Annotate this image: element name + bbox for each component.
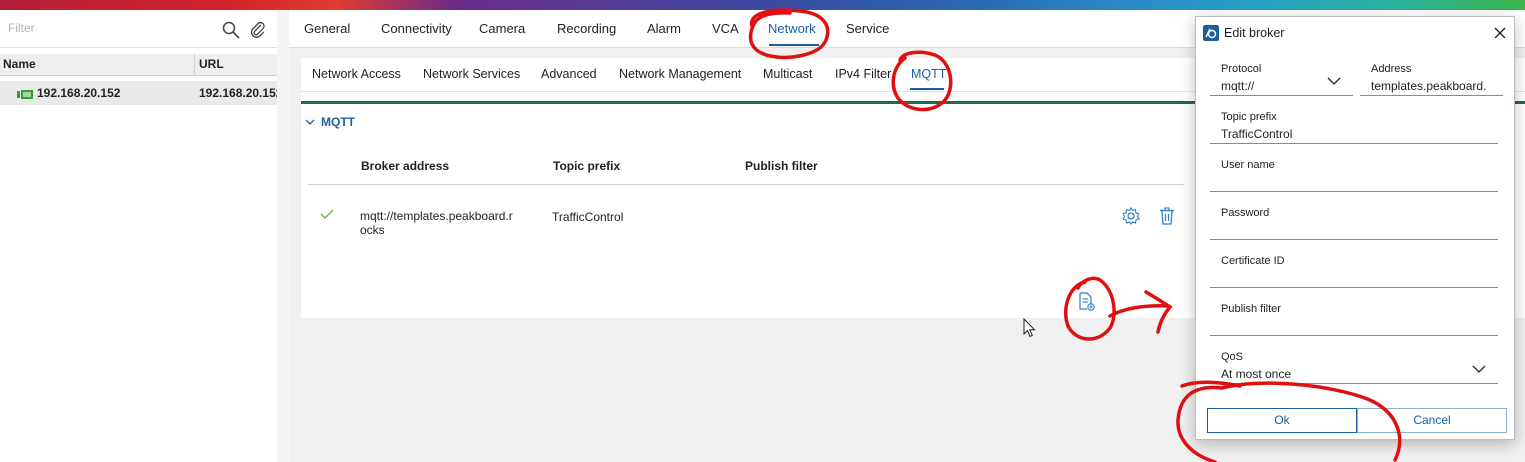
chevron-down-icon[interactable] bbox=[1327, 75, 1341, 85]
device-row[interactable]: 192.168.20.152 192.168.20.152 bbox=[0, 81, 277, 105]
app-logo-icon bbox=[1203, 25, 1219, 41]
cancel-button[interactable]: Cancel bbox=[1357, 408, 1507, 433]
publish-filter-underline bbox=[1210, 335, 1498, 336]
edit-broker-dialog: Edit broker Protocol mqtt:// Address tem… bbox=[1195, 16, 1515, 440]
active-tab-indicator bbox=[769, 44, 819, 46]
tab-service[interactable]: Service bbox=[846, 21, 889, 36]
trash-icon[interactable] bbox=[1157, 206, 1177, 226]
certificate-id-label: Certificate ID bbox=[1221, 255, 1285, 267]
dialog-titlebar: Edit broker bbox=[1196, 17, 1514, 49]
user-name-label: User name bbox=[1221, 159, 1275, 171]
certificate-id-underline bbox=[1210, 287, 1498, 288]
mouse-pointer-icon bbox=[1023, 317, 1037, 338]
publish-filter-label: Publish filter bbox=[1221, 303, 1281, 315]
address-input[interactable]: templates.peakboard. bbox=[1371, 79, 1501, 93]
address-label: Address bbox=[1371, 63, 1412, 75]
topic-prefix-input[interactable]: TrafficControl bbox=[1221, 127, 1491, 141]
dialog-title: Edit broker bbox=[1224, 26, 1285, 40]
panel-splitter[interactable] bbox=[277, 10, 289, 462]
qos-underline bbox=[1210, 383, 1498, 384]
topic-prefix-cell: TrafficControl bbox=[552, 210, 624, 224]
column-header-topic-prefix: Topic prefix bbox=[553, 159, 621, 173]
checkmark-icon bbox=[320, 207, 334, 221]
qos-label: QoS bbox=[1221, 351, 1244, 363]
tab-general[interactable]: General bbox=[304, 21, 350, 36]
close-icon[interactable] bbox=[1492, 25, 1508, 41]
subtab-network-access[interactable]: Network Access bbox=[312, 67, 401, 81]
tab-network[interactable]: Network bbox=[768, 21, 816, 36]
protocol-underline bbox=[1210, 95, 1353, 96]
mqtt-section-header[interactable]: MQTT bbox=[305, 115, 355, 129]
subtab-mqtt[interactable]: MQTT bbox=[911, 67, 946, 81]
tab-connectivity[interactable]: Connectivity bbox=[381, 21, 452, 36]
protocol-select[interactable]: mqtt:// bbox=[1221, 79, 1331, 93]
column-separator[interactable] bbox=[194, 54, 195, 76]
filter-bar bbox=[0, 10, 277, 48]
topic-prefix-label: Topic prefix bbox=[1221, 111, 1277, 123]
brand-color-bar bbox=[0, 0, 1525, 10]
add-broker-icon[interactable] bbox=[1076, 291, 1096, 311]
device-grid-header: Name URL bbox=[0, 54, 277, 76]
paperclip-icon[interactable] bbox=[248, 20, 268, 40]
subtab-multicast[interactable]: Multicast bbox=[763, 67, 812, 81]
qos-select[interactable]: At most once bbox=[1221, 367, 1461, 381]
topic-prefix-underline bbox=[1210, 143, 1498, 144]
ok-button[interactable]: Ok bbox=[1207, 408, 1357, 433]
password-label: Password bbox=[1221, 207, 1270, 219]
settings-gear-icon[interactable] bbox=[1121, 206, 1141, 226]
tab-vca[interactable]: VCA bbox=[712, 21, 739, 36]
broker-address-line-1: mqtt://templates.peakboard.r bbox=[360, 209, 513, 223]
device-panel: Name URL 192.168.20.152 192.168.20.152 bbox=[0, 10, 289, 462]
user-name-underline bbox=[1210, 191, 1498, 192]
password-underline bbox=[1210, 239, 1498, 240]
chevron-down-icon[interactable] bbox=[1472, 363, 1486, 373]
camera-icon bbox=[17, 88, 33, 99]
table-header-rule bbox=[308, 184, 1184, 185]
subtab-ipv4-filter[interactable]: IPv4 Filter bbox=[835, 67, 891, 81]
search-icon[interactable] bbox=[221, 20, 241, 40]
device-url: 192.168.20.152 bbox=[199, 86, 277, 100]
filter-input[interactable] bbox=[8, 21, 208, 35]
address-underline bbox=[1360, 95, 1503, 96]
subtab-network-services[interactable]: Network Services bbox=[423, 67, 520, 81]
tab-alarm[interactable]: Alarm bbox=[647, 21, 681, 36]
column-header-publish-filter: Publish filter bbox=[745, 159, 818, 173]
subtab-advanced[interactable]: Advanced bbox=[541, 67, 597, 81]
protocol-label: Protocol bbox=[1221, 63, 1262, 75]
broker-address-line-2: ocks bbox=[360, 223, 385, 237]
chevron-down-icon bbox=[305, 115, 315, 129]
device-name: 192.168.20.152 bbox=[37, 86, 121, 100]
tab-recording[interactable]: Recording bbox=[557, 21, 616, 36]
column-header-name[interactable]: Name bbox=[3, 57, 36, 71]
subtab-network-management[interactable]: Network Management bbox=[619, 67, 741, 81]
column-header-url[interactable]: URL bbox=[199, 57, 224, 71]
column-header-broker-address: Broker address bbox=[361, 159, 450, 173]
mqtt-section-title: MQTT bbox=[321, 115, 355, 129]
active-subtab-indicator bbox=[910, 88, 944, 90]
tab-camera[interactable]: Camera bbox=[479, 21, 525, 36]
